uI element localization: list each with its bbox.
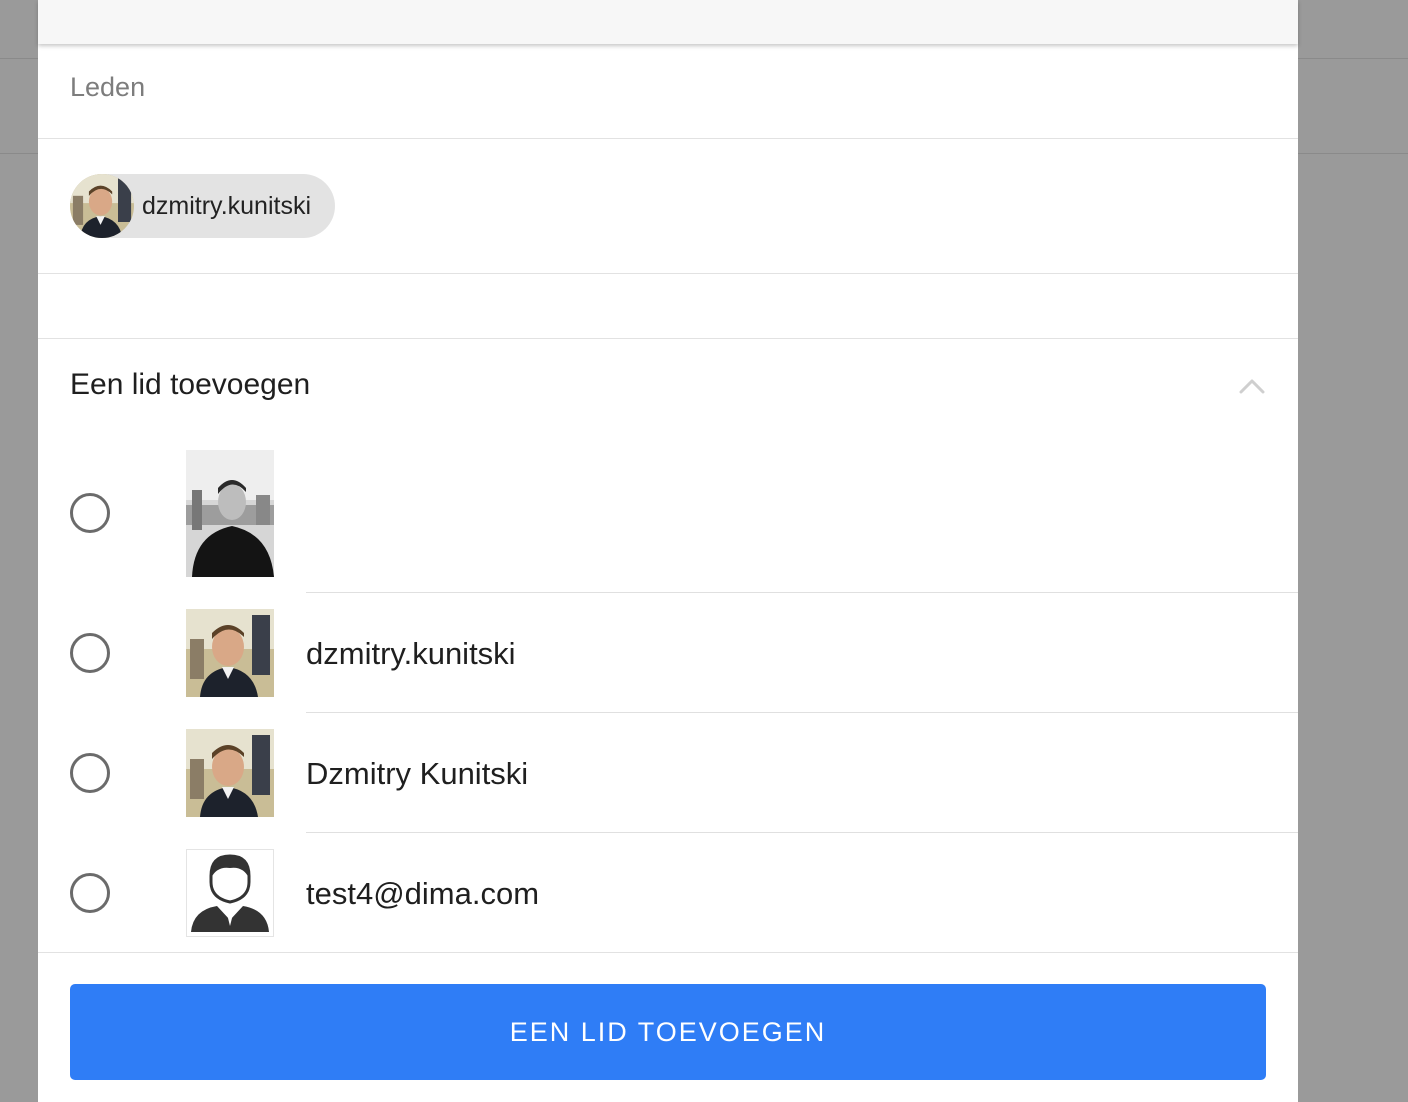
chevron-up-icon[interactable] xyxy=(1238,374,1266,398)
list-item-user[interactable] xyxy=(38,450,1298,593)
dialog-header xyxy=(38,0,1298,44)
add-member-dialog: Leden dzmitry.kunitski Een lid toevoegen xyxy=(38,0,1298,1102)
divider xyxy=(38,273,1298,274)
avatar xyxy=(70,174,134,238)
list-item-user[interactable]: dzmitry.kunitski xyxy=(38,593,1298,713)
members-section-title: Leden xyxy=(70,72,146,102)
member-chip-label: dzmitry.kunitski xyxy=(142,191,312,220)
avatar xyxy=(186,450,274,577)
select-user-radio[interactable] xyxy=(70,873,110,913)
member-chip[interactable]: dzmitry.kunitski xyxy=(70,174,336,238)
divider xyxy=(38,138,1298,139)
divider xyxy=(38,338,1298,339)
divider xyxy=(38,952,1298,953)
select-user-radio[interactable] xyxy=(70,633,110,673)
select-user-radio[interactable] xyxy=(70,753,110,793)
user-name: dzmitry.kunitski xyxy=(306,636,516,671)
default-user-icon xyxy=(186,849,274,937)
select-user-radio[interactable] xyxy=(70,493,110,533)
avatar xyxy=(186,729,274,817)
avatar xyxy=(186,609,274,697)
list-item-user[interactable]: Dzmitry Kunitski xyxy=(38,713,1298,833)
add-member-section-title: Een lid toevoegen xyxy=(70,368,311,401)
add-member-button[interactable]: EEN LID TOEVOEGEN xyxy=(70,984,1266,1080)
user-name: Dzmitry Kunitski xyxy=(306,756,529,791)
user-email: test4@dima.com xyxy=(306,876,540,911)
list-item-user[interactable]: test4@dima.com xyxy=(38,833,1298,953)
